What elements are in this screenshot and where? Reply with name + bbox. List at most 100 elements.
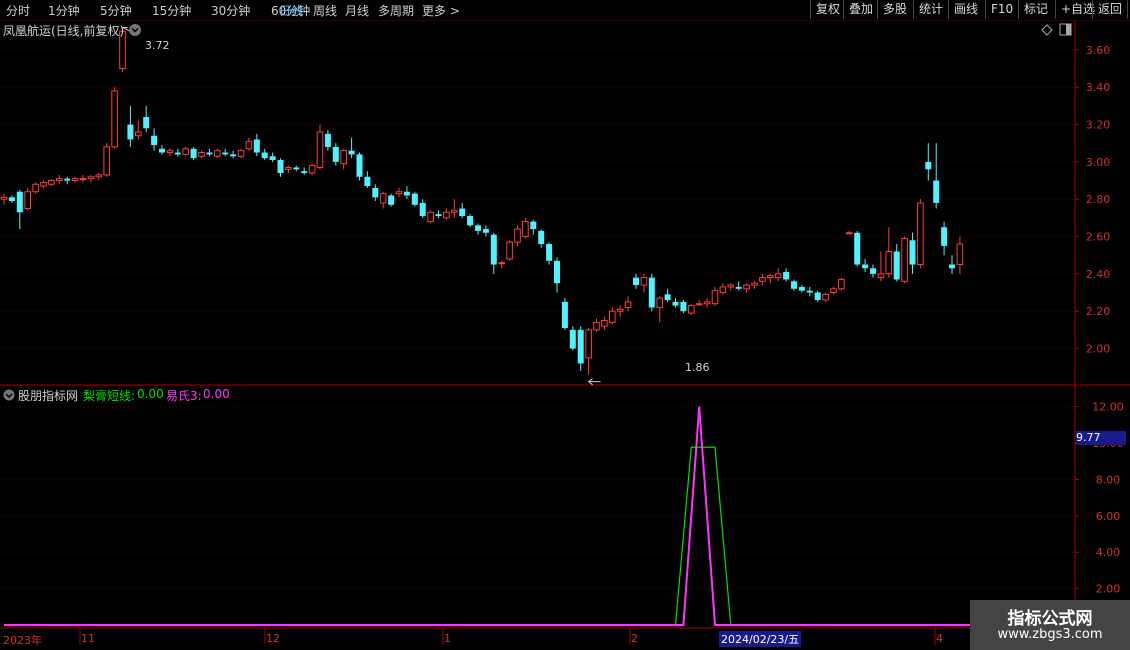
- multi-stock-button[interactable]: 多股: [877, 0, 912, 19]
- candle-body: [174, 152, 181, 155]
- f10-button[interactable]: F10: [985, 0, 1018, 19]
- candle-body: [901, 237, 908, 282]
- candle-body: [688, 305, 695, 314]
- time-label-dec: 12: [266, 632, 280, 645]
- price-tick-label: 3.40: [1086, 81, 1111, 94]
- mark-button[interactable]: 标记: [1018, 0, 1053, 19]
- candle-body: [601, 320, 608, 327]
- candle-body: [893, 251, 900, 280]
- indicator-tick-label: 4.00: [1096, 546, 1121, 559]
- candle-body: [711, 290, 719, 305]
- indicator-line-2: [4, 406, 1063, 626]
- candle-body: [245, 140, 253, 150]
- candle-body: [798, 286, 805, 291]
- candle-body: [538, 230, 545, 244]
- candle-body: [482, 229, 489, 233]
- period-toolbar: 分时 1分钟 5分钟 15分钟 30分钟 60分钟 日线 周线 月线 多周期 更…: [0, 0, 1130, 21]
- indicator-line-1: [4, 446, 1063, 626]
- candle-body: [111, 90, 118, 148]
- tab-multi-period[interactable]: 多周期: [378, 2, 414, 19]
- line1-label: 梨膏短线:: [83, 389, 136, 403]
- candle-body: [269, 156, 276, 160]
- current-value-tag: 9.77: [1076, 431, 1126, 445]
- diamond-icon[interactable]: [1041, 24, 1053, 36]
- low-arrow-icon: [588, 378, 601, 386]
- candle-body: [395, 191, 403, 195]
- candle-body: [806, 290, 813, 293]
- candle-body: [475, 225, 481, 231]
- candle-body: [490, 234, 497, 265]
- chevron-down-icon[interactable]: [3, 389, 15, 401]
- candle-body: [695, 303, 703, 306]
- overlay-button[interactable]: 叠加: [843, 0, 878, 19]
- tab-1min[interactable]: 1分钟: [48, 2, 80, 19]
- tab-daily[interactable]: 日线: [279, 2, 303, 19]
- candle-body: [277, 160, 284, 174]
- tab-30min[interactable]: 30分钟: [211, 2, 250, 19]
- stock-chart-canvas[interactable]: 2.00 2.20 2.40 2.60 2.80 3.00 3.20 3.40 3.60 2.00…: [0, 0, 1130, 650]
- candle-body: [16, 191, 23, 213]
- candle-body: [783, 272, 790, 280]
- candle-body: [103, 146, 111, 176]
- candle-body: [64, 178, 71, 181]
- candle-body: [719, 286, 727, 294]
- time-label-nov: 11: [81, 632, 95, 645]
- candle-body: [467, 216, 474, 226]
- chevron-down-icon[interactable]: [128, 23, 142, 37]
- candle-body: [411, 193, 418, 205]
- candle-body: [388, 195, 395, 205]
- candle-body: [830, 288, 837, 294]
- watermark-url: www.zbgs3.com: [997, 627, 1103, 642]
- candle-body: [159, 148, 165, 153]
- candle-body: [917, 202, 924, 266]
- candle-body: [56, 178, 63, 182]
- draw-line-button[interactable]: 画线: [948, 0, 983, 19]
- statistics-button[interactable]: 统计: [913, 0, 948, 19]
- tab-15min[interactable]: 15分钟: [152, 2, 191, 19]
- candle-body: [459, 208, 466, 216]
- back-button[interactable]: 返回: [1092, 0, 1129, 19]
- candle-body: [324, 133, 331, 147]
- candle-body: [909, 240, 916, 265]
- candle-body: [767, 275, 774, 279]
- indicator-title: 股朋指标网: [18, 389, 79, 403]
- candle-body: [301, 171, 308, 174]
- candle-body: [206, 152, 213, 155]
- panel-toggle-icon[interactable]: [1059, 23, 1072, 36]
- high-price-marker: 3.72: [145, 39, 170, 52]
- tab-more[interactable]: 更多 >: [422, 2, 460, 19]
- candle-body: [561, 301, 568, 328]
- tab-timeshare[interactable]: 分时: [6, 2, 30, 19]
- candle-body: [340, 150, 347, 165]
- candle-body: [222, 152, 229, 155]
- candle-body: [633, 277, 639, 286]
- indicator-tick-label: 2.00: [1096, 583, 1121, 596]
- candle-body: [838, 278, 845, 290]
- price-tick-label: 3.00: [1086, 156, 1111, 169]
- candle-body: [443, 211, 450, 219]
- tab-monthly[interactable]: 月线: [345, 2, 369, 19]
- candle-body: [127, 124, 134, 140]
- candle-body: [40, 181, 47, 187]
- candle-body: [933, 180, 940, 203]
- tab-5min[interactable]: 5分钟: [100, 2, 132, 19]
- candle-body: [546, 244, 553, 261]
- restore-rights-button[interactable]: 复权: [810, 0, 845, 19]
- time-label-2023: 2023年: [3, 634, 42, 647]
- candle-body: [190, 148, 197, 159]
- candle-body: [32, 183, 39, 193]
- candle-body: [941, 227, 948, 246]
- candle-body: [237, 150, 245, 157]
- candle-body: [656, 297, 664, 308]
- candle-body: [616, 308, 624, 312]
- candle-body: [640, 277, 648, 286]
- candle-body: [514, 228, 521, 243]
- line1-value: 0.00: [137, 387, 164, 401]
- line2-value: 0.00: [203, 387, 230, 401]
- candle-body: [379, 193, 387, 204]
- time-label-jan: 1: [444, 632, 451, 645]
- candle-body: [87, 176, 95, 180]
- candle-body: [285, 166, 292, 170]
- tab-weekly[interactable]: 周线: [313, 2, 337, 19]
- candle-body: [71, 178, 79, 182]
